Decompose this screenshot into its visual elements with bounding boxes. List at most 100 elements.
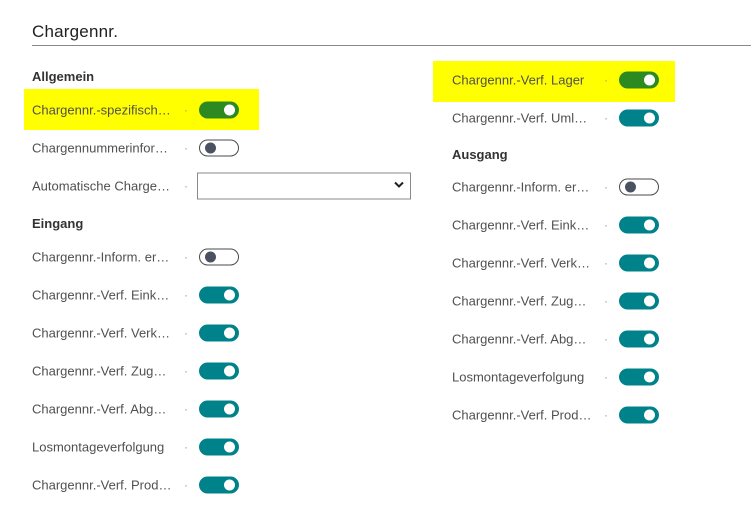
toggle-knob — [224, 441, 235, 453]
field-label: Chargennr.-Verf. Prod… — [452, 407, 592, 423]
toggle-knob — [224, 479, 235, 491]
automatic-lot-select[interactable] — [197, 172, 411, 200]
group-heading-inbound: Eingang — [32, 216, 84, 231]
toggle-knob — [205, 142, 216, 154]
field-row: Chargennr.-Verf. Lager · — [452, 61, 751, 99]
toggle-knob — [644, 257, 655, 269]
outbound-assembly-toggle[interactable] — [619, 368, 659, 386]
toggle-knob — [644, 74, 655, 86]
warehouse-tracking-toggle[interactable] — [619, 71, 659, 89]
toggle-knob — [224, 365, 235, 377]
separator-dot: · — [184, 364, 188, 378]
field-label: Chargennr.-Inform. er… — [452, 179, 590, 195]
toggle-knob — [224, 327, 235, 339]
field-row: Chargennr.-Verf. Verk… · — [452, 244, 751, 282]
field-label: Chargennr.-Verf. Uml… — [452, 110, 588, 126]
separator-dot: · — [184, 288, 188, 302]
separator-dot: · — [604, 408, 608, 422]
field-row: Chargennr.-Verf. Prod… · — [452, 396, 751, 434]
field-label: Losmontageverfolgung — [452, 369, 585, 385]
section-title: Chargennr. — [32, 22, 119, 41]
inbound-assembly-toggle[interactable] — [199, 438, 239, 456]
group-heading-general: Allgemein — [32, 69, 95, 84]
field-label: Automatische Charge… — [32, 178, 171, 194]
lot-specific-toggle[interactable] — [199, 101, 239, 119]
field-label: Losmontageverfolgung — [32, 439, 165, 455]
outbound-sales-toggle[interactable] — [619, 254, 659, 272]
separator-dot: · — [604, 180, 608, 194]
separator-dot: · — [604, 370, 608, 384]
section-divider — [32, 45, 751, 46]
lot-info-toggle[interactable] — [199, 139, 239, 157]
toggle-knob — [224, 289, 235, 301]
separator-dot: · — [604, 111, 608, 125]
separator-dot: · — [604, 294, 608, 308]
inbound-info-toggle[interactable] — [199, 248, 239, 266]
field-row: Chargennr.-Verf. Zug… · — [32, 352, 412, 390]
toggle-knob — [205, 251, 216, 263]
field-row: Chargennr.-Inform. er… · — [452, 168, 751, 206]
separator-dot: · — [184, 326, 188, 340]
field-label: Chargennr.-Verf. Verk… — [452, 255, 591, 271]
field-label: Chargennr.-Verf. Zug… — [32, 363, 167, 379]
field-row: Chargennr.-Inform. er… · — [32, 238, 412, 276]
separator-dot: · — [604, 218, 608, 232]
inbound-sales-toggle[interactable] — [199, 324, 239, 342]
separator-dot: · — [184, 141, 188, 155]
field-label: Chargennr.-Verf. Eink… — [32, 287, 170, 303]
separator-dot: · — [604, 73, 608, 87]
toggle-knob — [644, 295, 655, 307]
field-row: Losmontageverfolgung · — [452, 358, 751, 396]
chevron-down-icon — [394, 181, 404, 188]
group-heading-outbound: Ausgang — [452, 147, 508, 162]
outbound-positive-adj-toggle[interactable] — [619, 292, 659, 310]
inbound-positive-adj-toggle[interactable] — [199, 362, 239, 380]
field-label: Chargennr.-Verf. Lager — [452, 72, 585, 88]
separator-dot: · — [184, 250, 188, 264]
toggle-knob — [625, 181, 636, 193]
toggle-knob — [224, 104, 235, 116]
inbound-purchase-toggle[interactable] — [199, 286, 239, 304]
field-label: Chargennr.-spezifisch… — [32, 102, 171, 118]
toggle-knob — [644, 333, 655, 345]
separator-dot: · — [184, 179, 188, 193]
toggle-knob — [644, 409, 655, 421]
outbound-info-toggle[interactable] — [619, 178, 659, 196]
field-row: Chargennr.-Verf. Zug… · — [452, 282, 751, 320]
field-label: Chargennr.-Inform. er… — [32, 249, 170, 265]
toggle-knob — [644, 371, 655, 383]
field-row: Chargennr.-spezifisch… · — [32, 91, 412, 129]
field-row: Chargennr.-Verf. Eink… · — [452, 206, 751, 244]
separator-dot: · — [184, 402, 188, 416]
field-label: Chargennr.-Verf. Eink… — [452, 217, 590, 233]
toggle-knob — [644, 112, 655, 124]
separator-dot: · — [184, 103, 188, 117]
transfer-tracking-toggle[interactable] — [619, 109, 659, 127]
toggle-knob — [644, 219, 655, 231]
field-row: Chargennr.-Verf. Prod… · — [32, 466, 412, 504]
field-row: Chargennr.-Verf. Uml… · — [452, 99, 751, 137]
separator-dot: · — [604, 256, 608, 270]
field-row: Automatische Charge… · — [32, 167, 412, 205]
field-label: Chargennr.-Verf. Zug… — [452, 293, 587, 309]
outbound-purchase-toggle[interactable] — [619, 216, 659, 234]
field-label: Chargennr.-Verf. Prod… — [32, 477, 172, 493]
outbound-negative-adj-toggle[interactable] — [619, 330, 659, 348]
field-row: Losmontageverfolgung · — [32, 428, 412, 466]
separator-dot: · — [184, 440, 188, 454]
outbound-production-toggle[interactable] — [619, 406, 659, 424]
inbound-production-toggle[interactable] — [199, 476, 239, 494]
field-row: Chargennr.-Verf. Eink… · — [32, 276, 412, 314]
field-row: Chargennr.-Verf. Abg… · — [452, 320, 751, 358]
field-row: Chargennummerinfor… · — [32, 129, 412, 167]
toggle-knob — [224, 403, 235, 415]
field-label: Chargennr.-Verf. Verk… — [32, 325, 171, 341]
separator-dot: · — [184, 478, 188, 492]
inbound-negative-adj-toggle[interactable] — [199, 400, 239, 418]
field-label: Chargennr.-Verf. Abg… — [32, 401, 167, 417]
field-label: Chargennr.-Verf. Abg… — [452, 331, 587, 347]
field-row: Chargennr.-Verf. Abg… · — [32, 390, 412, 428]
field-label: Chargennummerinfor… — [32, 140, 168, 156]
field-row: Chargennr.-Verf. Verk… · — [32, 314, 412, 352]
separator-dot: · — [604, 332, 608, 346]
